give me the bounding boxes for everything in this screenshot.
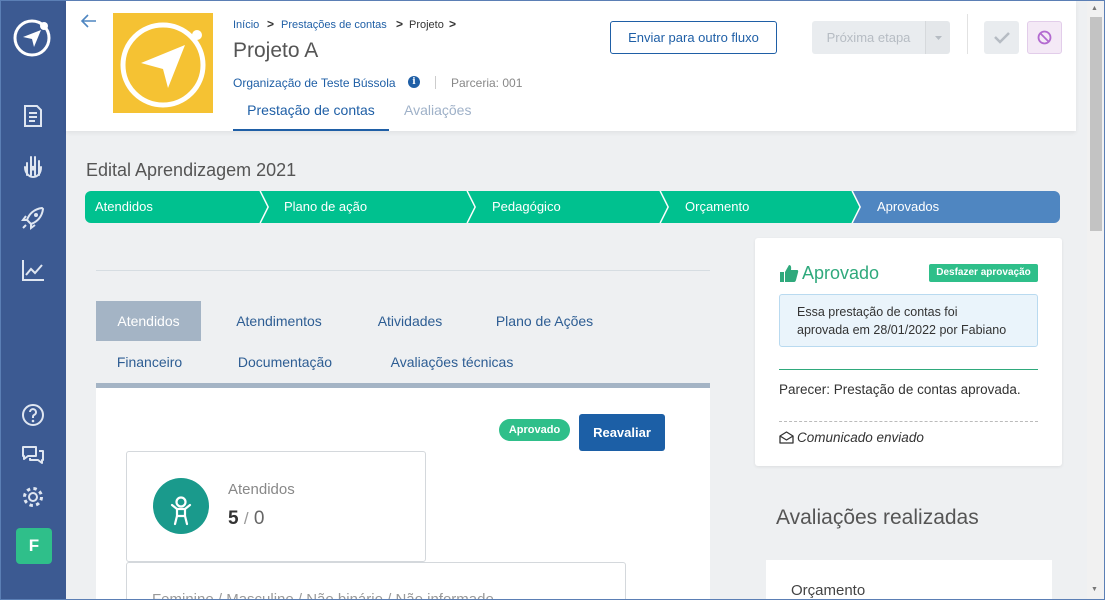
stage-label: Plano de ação: [284, 199, 368, 214]
ban-icon: [1037, 30, 1052, 45]
organization-link[interactable]: Organização de Teste Bússola: [233, 76, 396, 90]
hand-heart-icon[interactable]: [20, 153, 46, 179]
stage-label: Orçamento: [685, 199, 750, 214]
stat-total: 0: [253, 508, 265, 529]
breadcrumb-home[interactable]: Início: [233, 19, 259, 31]
tab-plano-de-acoes[interactable]: Plano de Ações: [474, 301, 615, 341]
compass-arrow-icon[interactable]: [12, 18, 52, 58]
reevaluate-button[interactable]: Reavaliar: [579, 414, 665, 451]
tab-accountability[interactable]: Prestação de contas: [233, 94, 389, 131]
evaluations-heading: Avaliações realizadas: [776, 506, 979, 529]
opinion-text: Parecer: Prestação de contas aprovada.: [779, 382, 1021, 397]
breadcrumb-separator: >: [449, 17, 457, 31]
undo-approval-button[interactable]: Desfazer aprovação: [929, 264, 1038, 282]
scroll-up-arrow-icon[interactable]: ▲: [1091, 5, 1098, 12]
status-badge: Aprovado: [499, 419, 570, 441]
divider: [779, 369, 1038, 370]
info-icon[interactable]: i: [408, 76, 420, 88]
divider: [96, 270, 710, 271]
approval-title: Aprovado: [802, 263, 880, 283]
next-step-button[interactable]: Próxima etapa: [812, 21, 925, 54]
rocket-icon[interactable]: [20, 205, 46, 231]
tab-avaliacoes-tecnicas[interactable]: Avaliações técnicas: [367, 342, 537, 382]
stat-value: 5 / 0: [228, 508, 264, 530]
gear-icon[interactable]: [20, 484, 46, 510]
divider: [435, 76, 436, 89]
chat-icon[interactable]: [20, 442, 46, 468]
sidebar: F: [0, 0, 66, 600]
document-icon[interactable]: [20, 103, 46, 129]
check-icon: [994, 32, 1010, 44]
thumbs-up-icon: [780, 265, 799, 282]
user-avatar[interactable]: F: [16, 528, 52, 564]
send-other-flow-button[interactable]: Enviar para outro fluxo: [610, 21, 777, 54]
partnership-label: Parceria: 001: [451, 76, 523, 90]
tab-financeiro[interactable]: Financeiro: [96, 342, 203, 382]
dashed-divider: [779, 421, 1038, 422]
stat-separator: /: [243, 509, 249, 528]
help-icon[interactable]: [20, 402, 46, 428]
gender-label: Feminino / Masculino / Não binário / Não…: [152, 591, 494, 600]
tab-atendimentos[interactable]: Atendimentos: [212, 301, 346, 341]
project-logo-image: [113, 13, 213, 113]
chart-line-icon[interactable]: [20, 257, 46, 283]
arrow-left-icon[interactable]: [80, 12, 98, 30]
breadcrumb-accounts[interactable]: Prestações de contas: [281, 19, 387, 31]
compass-arrow-icon: [120, 22, 206, 108]
edital-title: Edital Aprendizagem 2021: [86, 160, 297, 180]
caret-down-icon: [935, 36, 942, 40]
tab-atividades[interactable]: Atividades: [357, 301, 463, 341]
page-title: Projeto A: [233, 39, 319, 62]
stage-label: Atendidos: [95, 199, 153, 214]
scrollbar-thumb[interactable]: [1090, 17, 1102, 231]
notification-sent-label: Comunicado enviado: [797, 430, 924, 445]
envelope-open-icon: [779, 431, 794, 444]
approve-button[interactable]: [984, 21, 1019, 54]
approval-message-line: aprovada em 28/01/2022 por Fabiano: [797, 323, 1007, 337]
tab-evaluations[interactable]: Avaliações: [404, 94, 471, 131]
stage-label: Pedagógico: [492, 199, 561, 214]
breadcrumb-separator: >: [396, 17, 404, 31]
evaluation-item-label: Orçamento: [791, 582, 866, 599]
stage-label: Aprovados: [877, 199, 940, 214]
approval-alert: Essa prestação de contas foi aprovada em…: [779, 294, 1038, 347]
person-icon: [153, 478, 209, 534]
breadcrumb-separator: >: [267, 17, 275, 31]
breadcrumb-project: Projeto: [409, 19, 444, 31]
stat-count: 5: [228, 508, 239, 529]
divider: [967, 14, 968, 54]
approval-message-line: Essa prestação de contas foi: [797, 305, 958, 319]
scroll-down-arrow-icon[interactable]: ▼: [1091, 586, 1098, 593]
reject-button[interactable]: [1027, 21, 1062, 54]
next-step-dropdown[interactable]: [925, 21, 950, 54]
project-header: [66, 0, 1076, 131]
tab-atendidos[interactable]: Atendidos: [96, 301, 201, 341]
stat-label: Atendidos: [228, 481, 295, 498]
tab-documentacao[interactable]: Documentação: [214, 342, 356, 382]
